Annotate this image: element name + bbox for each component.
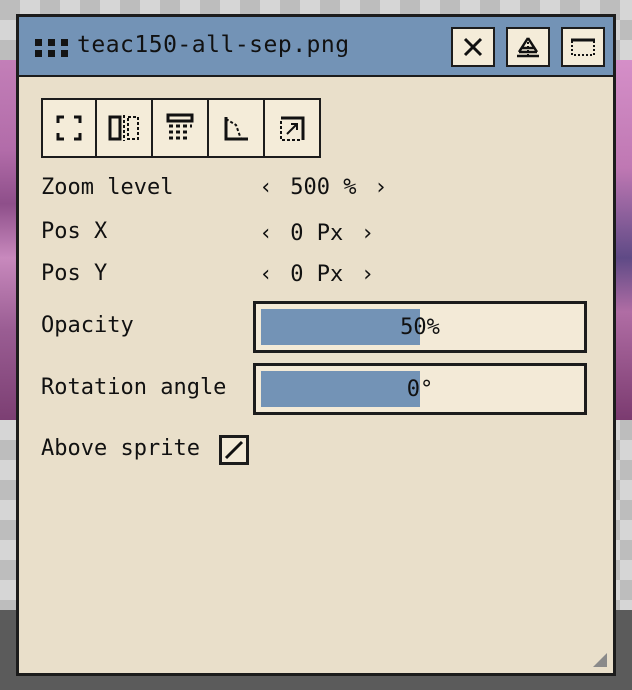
panel-titlebar[interactable]: teac150-all-sep.png <box>19 17 613 77</box>
pos-y-stepper: ‹ 0 Px › <box>255 262 378 287</box>
collapse-button[interactable] <box>561 27 605 67</box>
opacity-slider[interactable]: 50% <box>253 301 587 353</box>
pos-y-value[interactable]: 0 Px <box>290 262 343 287</box>
zoom-level-value[interactable]: 500 % <box>290 175 356 200</box>
pos-x-value[interactable]: 0 Px <box>290 221 343 246</box>
close-button[interactable] <box>451 27 495 67</box>
pos-y-increase-button[interactable]: › <box>356 262 378 287</box>
drag-handle-icon[interactable] <box>35 39 68 57</box>
crop-corner-icon <box>280 116 305 141</box>
rotate-angle-button[interactable] <box>209 98 265 158</box>
pos-x-stepper: ‹ 0 Px › <box>255 221 378 246</box>
zoom-level-stepper: ‹ 500 % › <box>255 175 392 200</box>
fit-screen-icon <box>56 115 82 141</box>
align-grid-button[interactable] <box>153 98 209 158</box>
above-sprite-checkbox[interactable] <box>219 435 249 465</box>
pos-x-label: Pos X <box>41 219 108 244</box>
resize-handle-icon[interactable] <box>591 651 607 667</box>
rotation-angle-slider[interactable]: 0° <box>253 363 587 415</box>
panel-title: teac150-all-sep.png <box>77 32 350 58</box>
flip-horizontal-button[interactable] <box>97 98 153 158</box>
zoom-level-label: Zoom level <box>41 175 174 200</box>
background-sprite-right <box>614 60 632 420</box>
close-icon <box>463 37 483 57</box>
zoom-decrease-button[interactable]: ‹ <box>255 175 277 200</box>
background-sprite-left <box>0 60 16 420</box>
rotation-angle-label: Rotation angle <box>41 375 227 400</box>
flip-horizontal-icon <box>108 115 139 141</box>
restore-icon <box>517 37 539 58</box>
angle-icon <box>224 117 248 141</box>
above-sprite-label: Above sprite <box>41 436 200 461</box>
opacity-value: 50% <box>400 315 440 340</box>
checkmark-icon <box>224 440 244 460</box>
pos-x-decrease-button[interactable]: ‹ <box>255 221 277 246</box>
rotation-angle-value: 0° <box>406 377 434 402</box>
transform-toolbar <box>41 98 321 158</box>
pos-x-increase-button[interactable]: › <box>356 221 378 246</box>
pos-y-decrease-button[interactable]: ‹ <box>255 262 277 287</box>
pos-y-label: Pos Y <box>41 261 108 286</box>
crop-corner-button[interactable] <box>265 98 321 158</box>
align-grid-icon <box>166 113 194 140</box>
restore-button[interactable] <box>506 27 550 67</box>
opacity-label: Opacity <box>41 313 134 338</box>
collapse-icon <box>571 38 595 56</box>
fit-to-screen-button[interactable] <box>41 98 97 158</box>
zoom-increase-button[interactable]: › <box>370 175 392 200</box>
reference-image-panel: teac150-all-sep.png Zoom level ‹ 500 % ›… <box>16 14 616 676</box>
